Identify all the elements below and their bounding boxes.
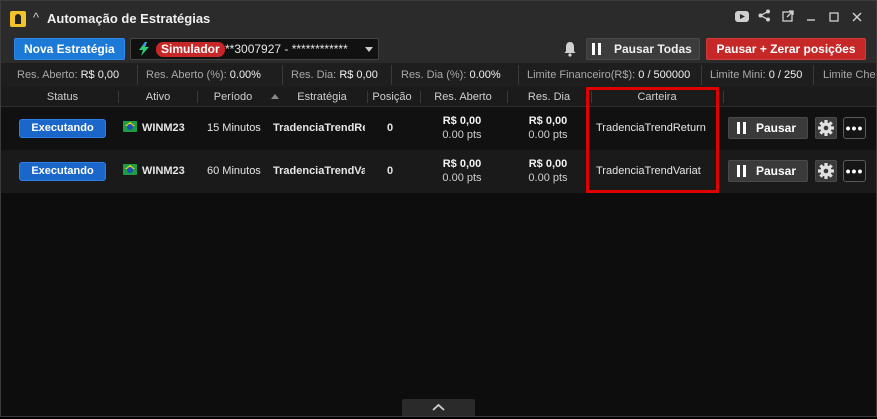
- col-period[interactable]: Período: [199, 90, 267, 104]
- chevron-up-icon[interactable]: ^: [29, 9, 43, 27]
- lightning-icon: [139, 42, 149, 56]
- stat-open-result-pct: Res. Aberto (%): 0.00%: [146, 69, 261, 81]
- gear-icon: [818, 163, 834, 179]
- minimize-icon[interactable]: [799, 9, 822, 27]
- pause-button[interactable]: Pausar: [728, 117, 808, 139]
- day-result-cell: R$ 0,00 0.00 pts: [528, 158, 568, 184]
- ellipsis-icon: •••: [845, 163, 864, 179]
- pause-label: Pausar: [756, 121, 797, 135]
- col-strategy[interactable]: Estratégia: [286, 90, 358, 104]
- maximize-icon[interactable]: [822, 9, 845, 27]
- more-options-button[interactable]: •••: [843, 117, 866, 139]
- pause-button[interactable]: Pausar: [728, 160, 808, 182]
- brazil-flag-icon: [123, 164, 137, 175]
- more-options-button[interactable]: •••: [843, 160, 866, 182]
- open-result-cell: R$ 0,00 0.00 pts: [442, 158, 482, 184]
- youtube-icon[interactable]: [730, 9, 753, 27]
- bell-icon[interactable]: [562, 41, 578, 57]
- day-result-cell: R$ 0,00 0.00 pts: [528, 115, 568, 141]
- pause-icon: [592, 43, 602, 55]
- col-status[interactable]: Status: [19, 90, 106, 104]
- stats-bar: Res. Aberto: R$ 0,00 Res. Aberto (%): 0.…: [1, 63, 876, 87]
- close-icon[interactable]: [845, 9, 868, 27]
- table-row: Executando WINM23 60 Minutos TradenciaTr…: [1, 150, 876, 193]
- period-cell: 60 Minutos: [207, 165, 261, 177]
- new-strategy-button[interactable]: Nova Estratégia: [14, 38, 125, 60]
- status-button[interactable]: Executando: [19, 119, 106, 138]
- table-header: Status Ativo Período Estratégia Posição …: [1, 87, 876, 107]
- stat-day-result: Res. Dia: R$ 0,00: [291, 69, 378, 81]
- strategy-cell: TradenciaTrendVa: [273, 165, 365, 177]
- brazil-flag-icon: [123, 121, 137, 132]
- wallet-cell: TradenciaTrendVariat: [596, 165, 701, 177]
- pause-icon: [737, 165, 747, 177]
- stat-day-result-pct: Res. Dia (%): 0.00%: [401, 69, 501, 81]
- chevron-down-icon: [365, 47, 373, 52]
- pause-label: Pausar: [756, 164, 797, 178]
- pause-and-zero-button[interactable]: Pausar + Zerar posições: [706, 38, 866, 60]
- stat-mini-limit: Limite Mini: 0 / 250: [710, 69, 803, 81]
- position-cell: 0: [387, 122, 394, 134]
- gear-icon: [818, 120, 834, 136]
- sort-asc-icon: [271, 94, 279, 99]
- pause-all-label: Pausar Todas: [614, 42, 692, 56]
- pause-all-button[interactable]: Pausar Todas: [586, 38, 700, 60]
- asset-cell: WINM23: [142, 122, 185, 134]
- col-day-result[interactable]: Res. Dia: [509, 90, 589, 104]
- share-icon[interactable]: [753, 9, 776, 27]
- wallet-cell: TradenciaTrendReturn: [596, 122, 706, 134]
- title-bar: ^ Automação de Estratégias: [1, 1, 876, 35]
- pause-icon: [737, 122, 747, 134]
- stat-open-result: Res. Aberto: R$ 0,00: [17, 69, 120, 81]
- chevron-up-icon: [432, 403, 445, 411]
- window-title: Automação de Estratégias: [47, 11, 211, 26]
- toolbar: Nova Estratégia Simulador **3007927 - **…: [1, 35, 876, 63]
- col-asset[interactable]: Ativo: [123, 90, 193, 104]
- external-link-icon[interactable]: [776, 9, 799, 27]
- col-wallet[interactable]: Carteira: [593, 90, 721, 104]
- stat-financial-limit: Limite Financeiro(R$): 0 / 500000: [527, 69, 691, 81]
- app-logo-icon: [10, 11, 26, 27]
- strategy-cell: TradenciaTrendRe: [273, 122, 365, 134]
- ellipsis-icon: •••: [845, 120, 864, 136]
- settings-button[interactable]: [815, 117, 837, 139]
- simulator-badge: Simulador: [156, 42, 225, 57]
- settings-button[interactable]: [815, 160, 837, 182]
- table-row: Executando WINM23 15 Minutos TradenciaTr…: [1, 107, 876, 150]
- stat-other-limit: Limite Che: [823, 69, 876, 81]
- account-id: **3007927 - ************: [225, 42, 348, 56]
- account-select[interactable]: Simulador **3007927 - ************: [130, 38, 379, 60]
- status-button[interactable]: Executando: [19, 162, 106, 181]
- col-position[interactable]: Posição: [369, 90, 415, 104]
- asset-cell: WINM23: [142, 165, 185, 177]
- period-cell: 15 Minutos: [207, 122, 261, 134]
- strategy-automation-window: ^ Automação de Estratégias Nova Estratég…: [0, 0, 877, 417]
- col-open-result[interactable]: Res. Aberto: [422, 90, 504, 104]
- open-result-cell: R$ 0,00 0.00 pts: [442, 115, 482, 141]
- expand-panel-tab[interactable]: [402, 399, 475, 416]
- position-cell: 0: [387, 165, 394, 177]
- window-controls: [730, 9, 868, 27]
